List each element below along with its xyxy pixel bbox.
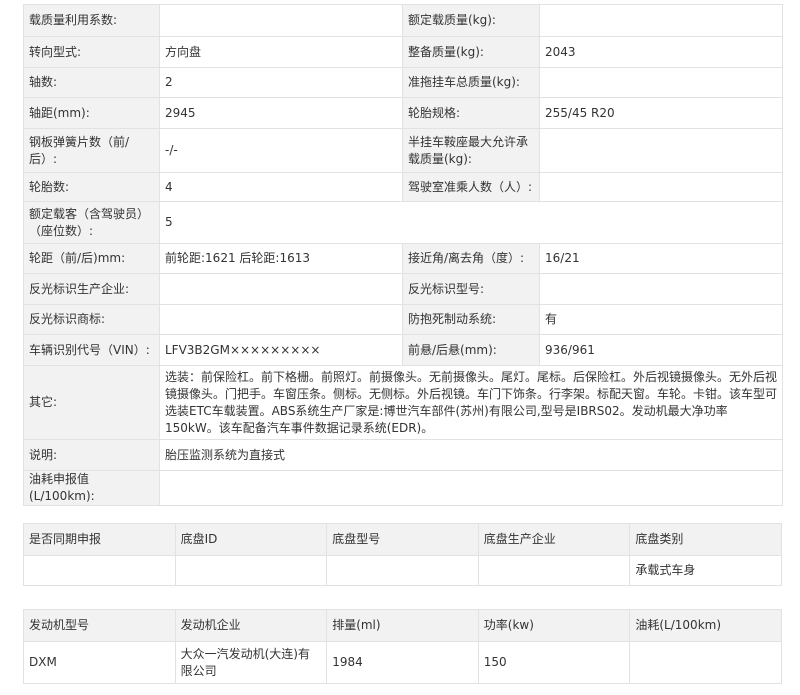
spec-label: 整备质量(kg):: [403, 37, 540, 68]
table-cell: [24, 556, 176, 586]
column-header: 油耗(L/100km): [630, 610, 782, 642]
spec-label: 前悬/后悬(mm):: [403, 335, 540, 366]
spec-label: 油耗申报值(L/100km):: [24, 471, 160, 506]
column-header: 发动机企业: [175, 610, 327, 642]
spec-value: [160, 274, 403, 305]
spec-value: [160, 305, 403, 335]
table-cell: 1984: [327, 642, 479, 684]
column-header: 底盘生产企业: [478, 524, 630, 556]
spec-row: 油耗申报值(L/100km):: [24, 471, 783, 506]
spec-row: 反光标识生产企业: 反光标识型号:: [24, 274, 783, 305]
engine-header-row: 发动机型号 发动机企业 排量(ml) 功率(kw) 油耗(L/100km): [24, 610, 782, 642]
spec-value: [540, 129, 783, 173]
table-cell: [327, 556, 479, 586]
spec-value: [160, 5, 403, 37]
spec-value: [540, 5, 783, 37]
table-cell: 150: [478, 642, 630, 684]
spec-row: 轮距（前/后)mm: 前轮距:1621 后轮距:1613 接近角/离去角（度）:…: [24, 244, 783, 274]
table-cell: 大众一汽发动机(大连)有限公司: [175, 642, 327, 684]
column-header: 发动机型号: [24, 610, 176, 642]
spec-label: 半挂车鞍座最大允许承载质量(kg):: [403, 129, 540, 173]
spec-label: 准拖挂车总质量(kg):: [403, 68, 540, 98]
spec-value: 前轮距:1621 后轮距:1613: [160, 244, 403, 274]
spec-label: 轮胎数:: [24, 173, 160, 202]
spec-label: 额定载质量(kg):: [403, 5, 540, 37]
spec-value: 4: [160, 173, 403, 202]
column-header: 底盘型号: [327, 524, 479, 556]
spec-row: 轴距(mm): 2945 轮胎规格: 255/45 R20: [24, 98, 783, 129]
spec-label: 说明:: [24, 440, 160, 471]
spec-row: 车辆识别代号（VIN）: LFV3B2GM××××××××× 前悬/后悬(mm)…: [24, 335, 783, 366]
spec-value: 有: [540, 305, 783, 335]
spec-value: [540, 173, 783, 202]
spec-value: 255/45 R20: [540, 98, 783, 129]
spec-label: 其它:: [24, 366, 160, 440]
spec-value: 16/21: [540, 244, 783, 274]
spec-row: 轮胎数: 4 驾驶室准乘人数（人）:: [24, 173, 783, 202]
column-header: 底盘类别: [630, 524, 782, 556]
column-header: 底盘ID: [175, 524, 327, 556]
spec-value: 选装：前保险杠。前下格栅。前照灯。前摄像头。无前摄像头。尾灯。尾标。后保险杠。外…: [160, 366, 783, 440]
vehicle-spec-table: 载质量利用系数: 额定载质量(kg): 转向型式: 方向盘 整备质量(kg): …: [23, 4, 783, 506]
spec-label: 防抱死制动系统:: [403, 305, 540, 335]
spec-value: 5: [160, 202, 783, 244]
chassis-row: 承载式车身: [24, 556, 782, 586]
spec-value: 936/961: [540, 335, 783, 366]
spec-value: LFV3B2GM×××××××××: [160, 335, 403, 366]
spec-row: 额定载客（含驾驶员）（座位数）: 5: [24, 202, 783, 244]
spec-value: 2945: [160, 98, 403, 129]
column-header: 功率(kw): [478, 610, 630, 642]
spec-label: 接近角/离去角（度）:: [403, 244, 540, 274]
spec-row: 转向型式: 方向盘 整备质量(kg): 2043: [24, 37, 783, 68]
spec-label: 车辆识别代号（VIN）:: [24, 335, 160, 366]
spec-label: 转向型式:: [24, 37, 160, 68]
spec-value: 2043: [540, 37, 783, 68]
chassis-table: 是否同期申报 底盘ID 底盘型号 底盘生产企业 底盘类别 承载式车身: [23, 523, 782, 586]
spec-value: [540, 274, 783, 305]
chassis-header-row: 是否同期申报 底盘ID 底盘型号 底盘生产企业 底盘类别: [24, 524, 782, 556]
table-cell: 承载式车身: [630, 556, 782, 586]
spec-label: 轮距（前/后)mm:: [24, 244, 160, 274]
table-cell: [630, 642, 782, 684]
table-cell: [175, 556, 327, 586]
spec-label: 载质量利用系数:: [24, 5, 160, 37]
spec-label: 额定载客（含驾驶员）（座位数）:: [24, 202, 160, 244]
spec-row: 钢板弹簧片数（前/后）: -/- 半挂车鞍座最大允许承载质量(kg):: [24, 129, 783, 173]
column-header: 排量(ml): [327, 610, 479, 642]
spec-value: [540, 68, 783, 98]
spec-label: 反光标识生产企业:: [24, 274, 160, 305]
spec-label: 轮胎规格:: [403, 98, 540, 129]
spec-value: 方向盘: [160, 37, 403, 68]
spec-value: -/-: [160, 129, 403, 173]
spec-label: 钢板弹簧片数（前/后）:: [24, 129, 160, 173]
spec-value: 胎压监测系统为直接式: [160, 440, 783, 471]
spec-row: 反光标识商标: 防抱死制动系统: 有: [24, 305, 783, 335]
engine-table: 发动机型号 发动机企业 排量(ml) 功率(kw) 油耗(L/100km) DX…: [23, 609, 782, 684]
column-header: 是否同期申报: [24, 524, 176, 556]
spec-row: 其它: 选装：前保险杠。前下格栅。前照灯。前摄像头。无前摄像头。尾灯。尾标。后保…: [24, 366, 783, 440]
spec-label: 驾驶室准乘人数（人）:: [403, 173, 540, 202]
spec-label: 轴距(mm):: [24, 98, 160, 129]
spec-label: 反光标识型号:: [403, 274, 540, 305]
spec-row: 载质量利用系数: 额定载质量(kg):: [24, 5, 783, 37]
spec-value: [160, 471, 783, 506]
spec-label: 反光标识商标:: [24, 305, 160, 335]
engine-row: DXM 大众一汽发动机(大连)有限公司 1984 150: [24, 642, 782, 684]
table-cell: [478, 556, 630, 586]
spec-row: 说明: 胎压监测系统为直接式: [24, 440, 783, 471]
spec-row: 轴数: 2 准拖挂车总质量(kg):: [24, 68, 783, 98]
spec-value: 2: [160, 68, 403, 98]
table-cell: DXM: [24, 642, 176, 684]
spec-label: 轴数:: [24, 68, 160, 98]
